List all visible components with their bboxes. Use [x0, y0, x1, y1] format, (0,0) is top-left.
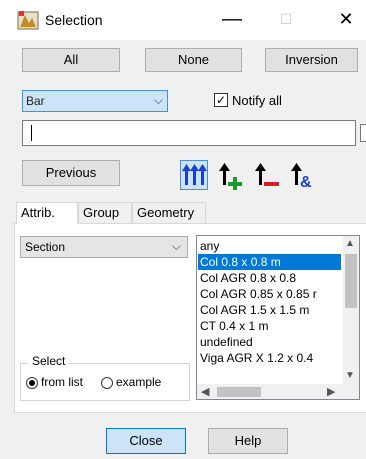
- scroll-right-icon[interactable]: ▶: [327, 385, 335, 398]
- horizontal-scroll-thumb[interactable]: [217, 387, 261, 397]
- attribute-select[interactable]: Section ⌵: [20, 236, 188, 258]
- scroll-left-icon[interactable]: ◀: [201, 385, 209, 398]
- select-mode-label: Select: [28, 354, 70, 368]
- element-type-value: Bar: [26, 94, 45, 108]
- add-selection-icon[interactable]: [218, 160, 246, 191]
- inversion-button[interactable]: Inversion: [265, 48, 358, 72]
- intersect-selection-icon[interactable]: &: [290, 160, 318, 191]
- radio-dot: [29, 380, 35, 386]
- list-item[interactable]: Col 0.8 x 0.8 m: [198, 254, 341, 270]
- tab-group[interactable]: Group: [78, 202, 132, 224]
- select-all-button[interactable]: All: [22, 48, 120, 72]
- vertical-scroll-thumb[interactable]: [345, 254, 357, 308]
- tab-attrib[interactable]: Attrib.: [16, 202, 78, 224]
- scroll-up-icon[interactable]: ▲: [345, 238, 355, 249]
- scroll-down-icon[interactable]: ▼: [345, 370, 355, 381]
- help-button[interactable]: Help: [208, 428, 288, 454]
- list-item[interactable]: Col AGR 0.85 x 0.85 r: [198, 286, 341, 302]
- from-list-radio[interactable]: [26, 377, 38, 389]
- svg-text:&: &: [300, 174, 312, 190]
- chevron-down-icon: ⌵: [153, 93, 163, 107]
- list-item[interactable]: CT 0.4 x 1 m: [198, 318, 341, 334]
- scroll-corner: [343, 384, 359, 399]
- side-checkbox[interactable]: [360, 124, 366, 142]
- close-button[interactable]: Close: [106, 428, 186, 454]
- list-item[interactable]: Viga AGR X 1.2 x 0.4: [198, 350, 341, 366]
- filter-text-input[interactable]: [22, 120, 356, 146]
- maximize-button[interactable]: ☐: [266, 8, 306, 32]
- horizontal-scrollbar[interactable]: ◀ ▶: [197, 384, 343, 399]
- select-all-icon[interactable]: [180, 160, 208, 190]
- list-item[interactable]: Col AGR 1.5 x 1.5 m: [198, 302, 341, 318]
- tab-geometry[interactable]: Geometry: [132, 202, 206, 224]
- text-caret: [31, 125, 32, 141]
- from-list-label: from list: [41, 375, 83, 389]
- element-type-select[interactable]: Bar ⌵: [22, 90, 168, 112]
- attribute-value: Section: [25, 240, 66, 254]
- remove-selection-icon[interactable]: [254, 160, 282, 190]
- example-radio[interactable]: [101, 377, 113, 389]
- previous-button[interactable]: Previous: [22, 160, 120, 186]
- app-icon: [17, 9, 39, 31]
- section-listbox[interactable]: any Col 0.8 x 0.8 m Col AGR 0.8 x 0.8 Co…: [196, 235, 360, 400]
- example-label: example: [116, 375, 162, 389]
- notify-all-checkbox[interactable]: ✓: [214, 93, 228, 107]
- window-title: Selection: [45, 12, 103, 28]
- chevron-down-icon: ⌵: [171, 239, 181, 253]
- select-none-button[interactable]: None: [145, 48, 242, 72]
- minimize-button[interactable]: —: [212, 8, 252, 32]
- vertical-scrollbar[interactable]: ▲ ▼: [343, 236, 359, 384]
- list-item[interactable]: Col AGR 0.8 x 0.8: [198, 270, 341, 286]
- close-window-button[interactable]: ✕: [326, 8, 366, 32]
- list-item[interactable]: undefined: [198, 334, 341, 350]
- notify-all-label: Notify all: [232, 93, 282, 108]
- list-item[interactable]: any: [198, 238, 341, 254]
